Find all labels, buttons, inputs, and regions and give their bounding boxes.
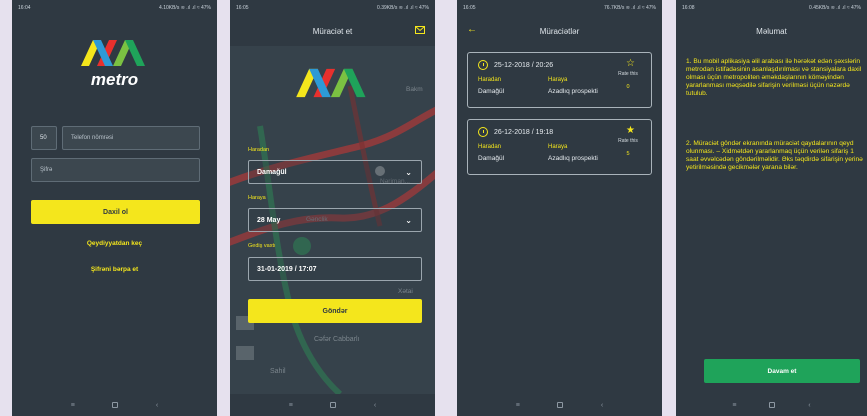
page-title: Müraciət et <box>312 26 353 36</box>
to-value: Azadlıq prospekti <box>548 88 598 95</box>
home-nav-icon[interactable] <box>112 402 119 408</box>
app-header: Müraciət et <box>230 16 435 46</box>
chevron-down-icon: ⌄ <box>405 168 412 177</box>
envelope-icon[interactable] <box>415 26 425 34</box>
arrow-left-icon[interactable]: ← <box>467 24 477 35</box>
register-link[interactable]: Qeydiyyatdan keç <box>12 240 217 247</box>
status-bar: 16:05 76.7KB/s ≋ .ıl .ıl ≈ 47% <box>457 0 662 16</box>
from-value: Damağül <box>478 88 505 95</box>
chevron-down-icon: ⌄ <box>405 216 412 225</box>
status-indicators: 0.39KB/s ≋ .ıl .ıl ≈ 47% <box>377 5 429 11</box>
page-title: Məlumat <box>756 26 787 36</box>
menu-nav-icon[interactable]: ≡ <box>289 402 293 409</box>
status-time: 16:05 <box>463 5 476 11</box>
rating-value: 5 <box>626 151 630 157</box>
system-nav-bar: ≡ ‹ <box>12 394 217 416</box>
map-label-bakm: Bakm <box>406 86 423 93</box>
continue-button[interactable]: Davam et <box>704 359 860 383</box>
back-nav-icon[interactable]: ‹ <box>601 402 603 409</box>
star-outline-icon[interactable]: ☆ <box>626 58 635 69</box>
status-bar: 16:05 0.39KB/s ≋ .ıl .ıl ≈ 47% <box>230 0 435 16</box>
status-bar: 16:04 4.10KB/s ≋ .ıl .ıl ≈ 47% <box>12 0 217 16</box>
status-indicators: 0.45KB/s ≋ .ıl .ıl ≈ 47% <box>809 5 861 11</box>
metro-logo <box>81 40 145 66</box>
home-nav-icon[interactable] <box>557 402 564 408</box>
home-nav-icon[interactable] <box>330 402 337 408</box>
from-value: Damağül <box>257 168 287 176</box>
phone-input[interactable]: Telefon nömrəsi <box>62 126 200 150</box>
back-nav-icon[interactable]: ‹ <box>374 402 376 409</box>
login-button-label: Daxil ol <box>103 208 128 216</box>
menu-nav-icon[interactable]: ≡ <box>516 402 520 409</box>
to-header: Haraya <box>548 144 568 150</box>
app-header: Məlumat <box>676 16 867 46</box>
status-bar: 16:08 0.45KB/s ≋ .ıl .ıl ≈ 47% <box>676 0 867 16</box>
home-nav-icon[interactable] <box>769 402 776 408</box>
time-value: 31-01-2019 / 17:07 <box>257 265 317 273</box>
to-header: Haraya <box>548 77 568 83</box>
back-nav-icon[interactable]: ‹ <box>156 402 158 409</box>
password-placeholder: Şifrə <box>40 167 53 173</box>
from-header: Haradan <box>478 77 502 83</box>
request-date: 25-12-2018 / 20:26 <box>494 62 554 69</box>
metro-logo <box>296 68 366 98</box>
to-value: Azadlıq prospekti <box>548 155 598 162</box>
status-time: 16:08 <box>682 5 695 11</box>
to-value: 28 May <box>257 216 281 224</box>
password-input[interactable]: Şifrə <box>31 158 200 182</box>
from-header: Haradan <box>478 144 502 150</box>
from-select[interactable]: Damağül ⌄ <box>248 160 422 184</box>
info-screen: 16:08 0.45KB/s ≋ .ıl .ıl ≈ 47% Məlumat 1… <box>676 0 867 416</box>
info-paragraph-1: 1. Bu mobil aplikasiya əlil arabası ilə … <box>686 58 862 97</box>
clock-icon <box>478 127 488 137</box>
menu-nav-icon[interactable]: ≡ <box>71 402 75 409</box>
app-header: ← Müraciətlər <box>457 16 662 46</box>
map-label-cafar: Cəfər Cabbarlı <box>314 336 360 343</box>
clock-icon <box>478 60 488 70</box>
status-time: 16:05 <box>236 5 249 11</box>
info-paragraph-2: 2. Müraciət göndər ekranında müraciət qa… <box>686 140 863 171</box>
requests-list-screen: 16:05 76.7KB/s ≋ .ıl .ıl ≈ 47% ← Müraciə… <box>457 0 662 416</box>
from-label: Haradan <box>248 147 270 153</box>
from-value: Damağül <box>478 155 505 162</box>
continue-button-label: Davam et <box>767 367 797 375</box>
map-label-sahil: Sahil <box>270 368 286 375</box>
status-time: 16:04 <box>18 5 31 11</box>
system-nav-bar: ≡ ‹ <box>230 394 435 416</box>
send-button[interactable]: Göndər <box>248 299 422 323</box>
rate-label: Rate this <box>618 71 638 77</box>
map-label-xatai: Xətai <box>398 288 413 295</box>
request-date: 26-12-2018 / 19:18 <box>494 129 554 136</box>
login-screen: 16:04 4.10KB/s ≋ .ıl .ıl ≈ 47% metro 50 … <box>12 0 217 416</box>
time-label: Gediş vaxtı <box>248 243 276 249</box>
request-screen: Bakm Nəriman... Gənclik Xətai Cəfər Cabb… <box>230 0 435 416</box>
country-code: 50 <box>40 135 47 141</box>
login-button[interactable]: Daxil ol <box>31 200 200 224</box>
rate-label: Rate this <box>618 138 638 144</box>
reset-password-link[interactable]: Şifrəni bərpa et <box>12 266 217 273</box>
rating-value: 0 <box>626 84 630 90</box>
request-card[interactable]: 26-12-2018 / 19:18 Haradan Haraya Damağü… <box>467 119 652 175</box>
page-title: Müraciətlər <box>539 26 580 36</box>
status-indicators: 4.10KB/s ≋ .ıl .ıl ≈ 47% <box>159 5 211 11</box>
system-nav-bar: ≡ ‹ <box>676 394 867 416</box>
phone-placeholder: Telefon nömrəsi <box>71 135 114 141</box>
time-input[interactable]: 31-01-2019 / 17:07 <box>248 257 422 281</box>
send-button-label: Göndər <box>322 307 348 315</box>
back-nav-icon[interactable]: ‹ <box>808 402 810 409</box>
logo-text: metro <box>90 70 139 89</box>
status-indicators: 76.7KB/s ≋ .ıl .ıl ≈ 47% <box>604 5 656 11</box>
star-filled-icon[interactable]: ★ <box>626 125 635 136</box>
menu-nav-icon[interactable]: ≡ <box>732 402 736 409</box>
to-select[interactable]: 28 May ⌄ <box>248 208 422 232</box>
to-label: Haraya <box>248 195 266 201</box>
country-code-field[interactable]: 50 <box>31 126 57 150</box>
request-card[interactable]: 25-12-2018 / 20:26 Haradan Haraya Damağü… <box>467 52 652 108</box>
system-nav-bar: ≡ ‹ <box>457 394 662 416</box>
